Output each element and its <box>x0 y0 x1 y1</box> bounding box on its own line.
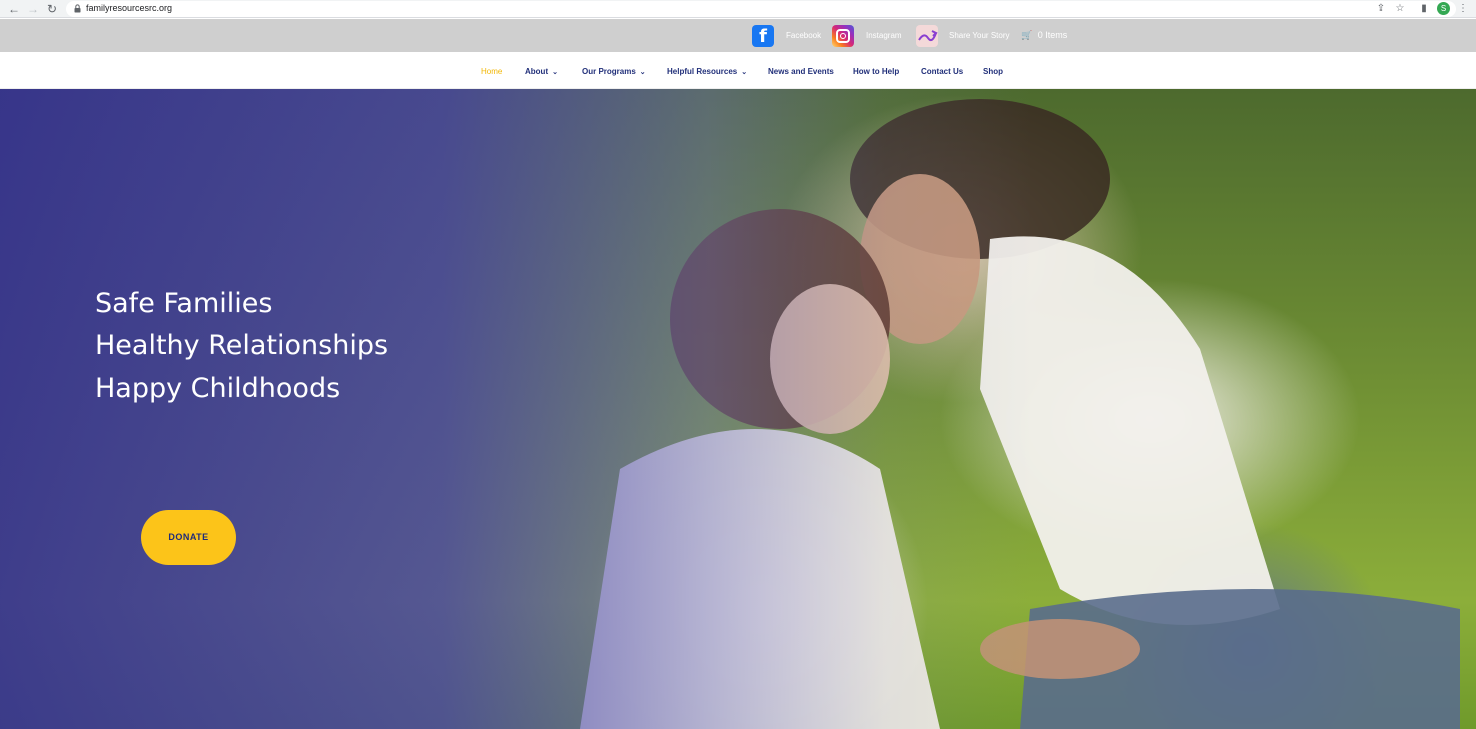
lock-icon <box>74 4 81 13</box>
cart-icon: 🛒 <box>1021 30 1033 40</box>
hero-color-overlay <box>0 89 1476 729</box>
cart-link[interactable]: 🛒 0 Items <box>1021 30 1067 41</box>
cart-count: 0 Items <box>1037 30 1068 40</box>
instagram-link[interactable]: Instagram <box>866 31 902 40</box>
facebook-icon[interactable]: f <box>752 25 774 47</box>
address-bar[interactable]: familyresourcesrc.org <box>66 1 1456 17</box>
instagram-icon[interactable] <box>832 25 854 47</box>
menu-kebab-icon[interactable]: ⋮ <box>1456 1 1470 17</box>
nav-about[interactable]: About ⌄ <box>525 67 558 76</box>
hero-heading-line-1: Safe Families <box>95 288 273 319</box>
nav-news-and-events[interactable]: News and Events <box>768 67 834 76</box>
chevron-down-icon: ⌄ <box>639 69 646 76</box>
facebook-link[interactable]: Facebook <box>786 31 821 40</box>
nav-helpful-resources-label: Helpful Resources <box>667 67 738 76</box>
side-panel-icon[interactable]: ▮ <box>1417 1 1431 17</box>
nav-our-programs[interactable]: Our Programs ⌄ <box>582 67 646 76</box>
back-arrow-icon[interactable]: ← <box>6 1 22 17</box>
hero-heading-line-3: Happy Childhoods <box>95 373 341 404</box>
chevron-down-icon: ⌄ <box>552 69 558 76</box>
url-text: familyresourcesrc.org <box>86 3 173 13</box>
forward-arrow-icon[interactable]: → <box>25 1 41 17</box>
nav-about-label: About <box>525 67 549 76</box>
share-story-icon[interactable] <box>916 25 938 47</box>
profile-avatar[interactable]: S <box>1437 2 1450 15</box>
bookmark-star-icon[interactable]: ☆ <box>1393 1 1407 17</box>
nav-our-programs-label: Our Programs <box>582 67 636 76</box>
social-top-bar: f Facebook Instagram Share Your Story 🛒 … <box>0 19 1476 52</box>
share-story-link[interactable]: Share Your Story <box>949 31 1009 40</box>
share-icon[interactable]: ⇪ <box>1374 1 1388 17</box>
nav-home[interactable]: Home <box>481 67 502 76</box>
nav-how-to-help[interactable]: How to Help <box>853 67 899 76</box>
nav-contact-us[interactable]: Contact Us <box>921 67 963 76</box>
hero-banner: Safe Families Healthy Relationships Happ… <box>0 89 1476 729</box>
nav-helpful-resources[interactable]: Helpful Resources ⌄ <box>667 67 747 76</box>
hero-heading-line-2: Healthy Relationships <box>95 330 389 361</box>
chevron-down-icon: ⌄ <box>741 69 748 76</box>
donate-button[interactable]: DONATE <box>141 510 236 565</box>
main-navigation: Home About ⌄ Our Programs ⌄ Helpful Resour… <box>0 52 1476 89</box>
reload-icon[interactable]: ↻ <box>44 1 60 17</box>
browser-toolbar: ← → ↻ familyresourcesrc.org ⇪ ☆ ▮ S ⋮ <box>0 0 1476 18</box>
nav-shop[interactable]: Shop <box>983 67 1003 76</box>
